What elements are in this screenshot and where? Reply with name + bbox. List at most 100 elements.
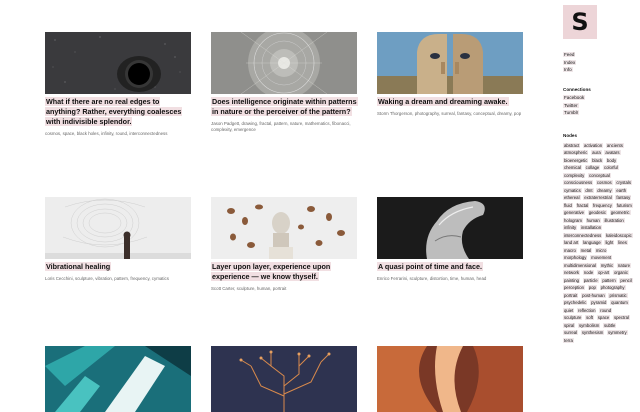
node-tag[interactable]: op-art — [597, 270, 611, 275]
post-title[interactable]: A quasi point of time and face. — [377, 262, 523, 272]
node-tag[interactable]: colorful — [603, 165, 619, 170]
node-tag[interactable]: soft — [585, 315, 595, 320]
node-tag[interactable]: quiet — [563, 307, 575, 313]
link-twitter[interactable]: Twitter — [563, 102, 591, 110]
node-tag[interactable]: geometric — [609, 210, 631, 215]
node-tag[interactable]: conceptual — [588, 172, 611, 178]
node-tag[interactable]: painting — [563, 277, 581, 283]
node-tag[interactable]: illustration — [603, 217, 625, 223]
node-tag[interactable]: interconnectedness — [563, 232, 603, 238]
node-tag[interactable]: crystals — [615, 180, 632, 185]
post-image-black-hole[interactable] — [45, 32, 191, 94]
node-tag[interactable]: infinity — [563, 225, 578, 230]
post-image-distorted-head[interactable] — [377, 197, 523, 259]
node-tag[interactable]: photography — [599, 285, 626, 290]
node-tag[interactable]: pattern — [601, 277, 617, 283]
node-tag[interactable]: fractal — [575, 202, 590, 208]
node-tag[interactable]: earth — [615, 187, 628, 193]
node-tag[interactable]: portrait — [563, 292, 579, 298]
node-tag[interactable]: node — [582, 270, 595, 275]
nav-info[interactable]: Info — [563, 66, 576, 74]
post-card[interactable] — [377, 346, 523, 412]
node-tag[interactable]: kaleidoscopic — [604, 232, 633, 238]
post-card[interactable] — [211, 346, 357, 412]
post-card[interactable]: Layer upon layer, experience upon experi… — [211, 197, 357, 292]
node-tag[interactable]: subtle — [602, 322, 617, 328]
node-tag[interactable]: land art — [563, 240, 580, 245]
node-tag[interactable]: body — [605, 157, 618, 163]
post-title[interactable]: Vibrational healing — [45, 262, 191, 272]
node-tag[interactable]: bioenergetic — [563, 157, 589, 163]
node-tag[interactable]: abstract — [563, 142, 581, 148]
node-tag[interactable]: atmospheric — [563, 150, 589, 155]
node-tag[interactable]: pyramid — [590, 300, 608, 305]
post-image-layered-sculpture[interactable] — [211, 197, 357, 259]
node-tag[interactable]: symmetry — [607, 330, 628, 335]
node-tag[interactable]: spiral — [563, 322, 576, 328]
node-tag[interactable]: surreal — [563, 330, 579, 335]
node-tag[interactable]: fantasy — [615, 195, 632, 200]
post-title[interactable]: Does intelligence originate within patte… — [211, 97, 358, 117]
node-tag[interactable]: post-human — [581, 292, 606, 298]
node-tag[interactable]: human — [585, 217, 601, 223]
node-tag[interactable]: fluid — [563, 202, 573, 208]
post-image-surreal-heads[interactable] — [377, 32, 523, 94]
node-tag[interactable]: terra — [563, 337, 574, 343]
node-tag[interactable]: sculpture — [563, 315, 583, 320]
node-tag[interactable]: synthesism — [580, 330, 605, 335]
node-tag[interactable]: perception — [563, 285, 586, 290]
node-tag[interactable]: ancients — [605, 142, 624, 148]
node-tag[interactable]: nature — [616, 262, 632, 268]
node-tag[interactable]: complexity — [563, 172, 586, 178]
post-image-prismatic-light[interactable] — [45, 346, 191, 412]
node-tag[interactable]: light — [604, 240, 615, 245]
post-image-circuit-tree[interactable] — [211, 346, 357, 412]
post-card[interactable]: Does intelligence originate within patte… — [211, 32, 358, 133]
node-tag[interactable]: dmt — [584, 187, 594, 193]
node-tag[interactable]: network — [563, 270, 581, 275]
post-card[interactable]: Vibrational healing Loris Cecchini, scul… — [45, 197, 191, 282]
node-tag[interactable]: macro — [563, 247, 577, 253]
node-tag[interactable]: cosmos — [595, 180, 613, 185]
node-tag[interactable]: hologram — [563, 217, 583, 223]
node-tag[interactable]: multidimensional — [563, 262, 598, 268]
node-tag[interactable]: movement — [590, 255, 613, 260]
node-tag[interactable]: generative — [563, 210, 586, 215]
node-tag[interactable]: frequency — [592, 202, 613, 208]
node-tag[interactable]: pop — [587, 285, 597, 290]
post-card[interactable]: A quasi point of time and face. Enrico F… — [377, 197, 523, 282]
post-card[interactable]: What if there are no real edges to anyth… — [45, 32, 191, 137]
node-tag[interactable]: prismatic — [608, 292, 628, 298]
post-card[interactable] — [45, 346, 191, 412]
node-tag[interactable]: futurism — [615, 202, 633, 208]
node-tag[interactable]: round — [599, 307, 613, 313]
node-tag[interactable]: language — [582, 240, 602, 245]
node-tag[interactable]: activation — [583, 142, 604, 148]
node-tag[interactable]: installation — [579, 225, 603, 230]
node-tag[interactable]: particle — [582, 277, 599, 283]
post-card[interactable]: Waking a dream and dreaming awake. Storm… — [377, 32, 523, 117]
post-title[interactable]: Layer upon layer, experience upon experi… — [211, 262, 357, 282]
node-tag[interactable]: organic — [612, 270, 630, 275]
post-image-fractal-drawing[interactable] — [211, 32, 357, 94]
node-tag[interactable]: spectral — [612, 315, 630, 320]
node-tag[interactable]: micro — [594, 247, 608, 253]
post-image-canyon-light[interactable] — [377, 346, 523, 412]
node-tag[interactable]: collage — [584, 165, 601, 170]
link-tumblr[interactable]: Tumblr — [563, 109, 591, 117]
node-tag[interactable]: avatars — [604, 150, 621, 155]
node-tag[interactable]: pencil — [619, 277, 633, 283]
node-tag[interactable]: aura — [591, 150, 602, 155]
node-tag[interactable]: symbolism — [577, 322, 601, 328]
node-tag[interactable]: cymatics — [563, 187, 582, 193]
node-tag[interactable]: metal — [579, 247, 593, 253]
post-image-vibration-installation[interactable] — [45, 197, 191, 259]
node-tag[interactable]: ethereal — [563, 195, 581, 200]
node-tag[interactable]: mythic — [599, 262, 615, 268]
site-logo[interactable]: S — [563, 5, 597, 39]
link-facebook[interactable]: Facebook — [563, 94, 591, 102]
node-tag[interactable]: psychedelic — [563, 300, 588, 305]
node-tag[interactable]: consciousness — [563, 180, 594, 185]
node-tag[interactable]: black — [591, 157, 604, 163]
node-tag[interactable]: space — [596, 315, 611, 320]
